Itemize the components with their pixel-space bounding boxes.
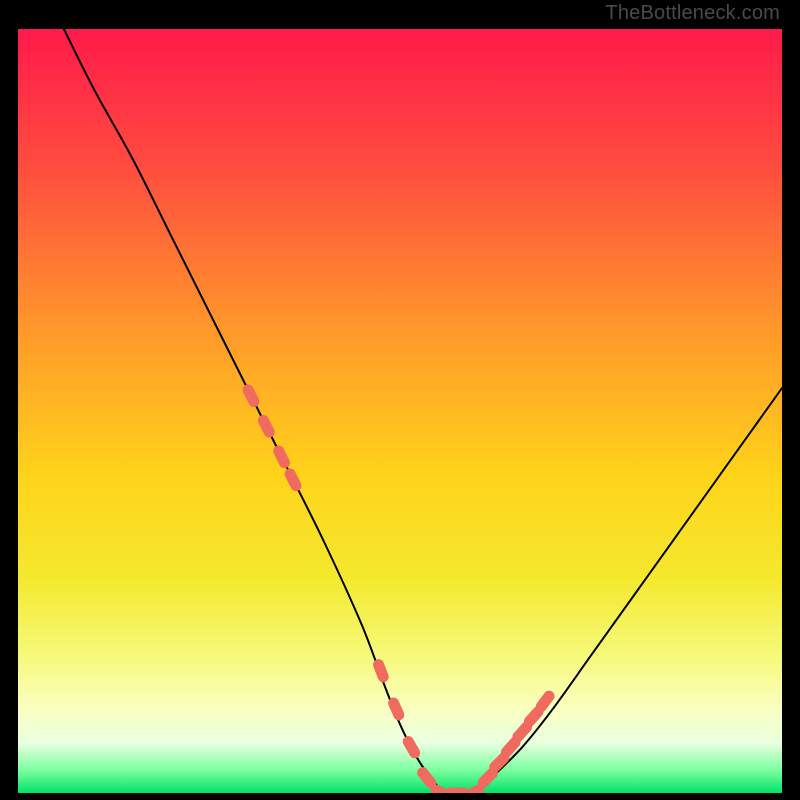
chart-frame	[15, 26, 785, 796]
chart-svg	[18, 29, 782, 793]
chart-plot-area	[18, 29, 782, 793]
watermark-text: TheBottleneck.com	[605, 2, 780, 25]
chart-background	[18, 29, 782, 793]
